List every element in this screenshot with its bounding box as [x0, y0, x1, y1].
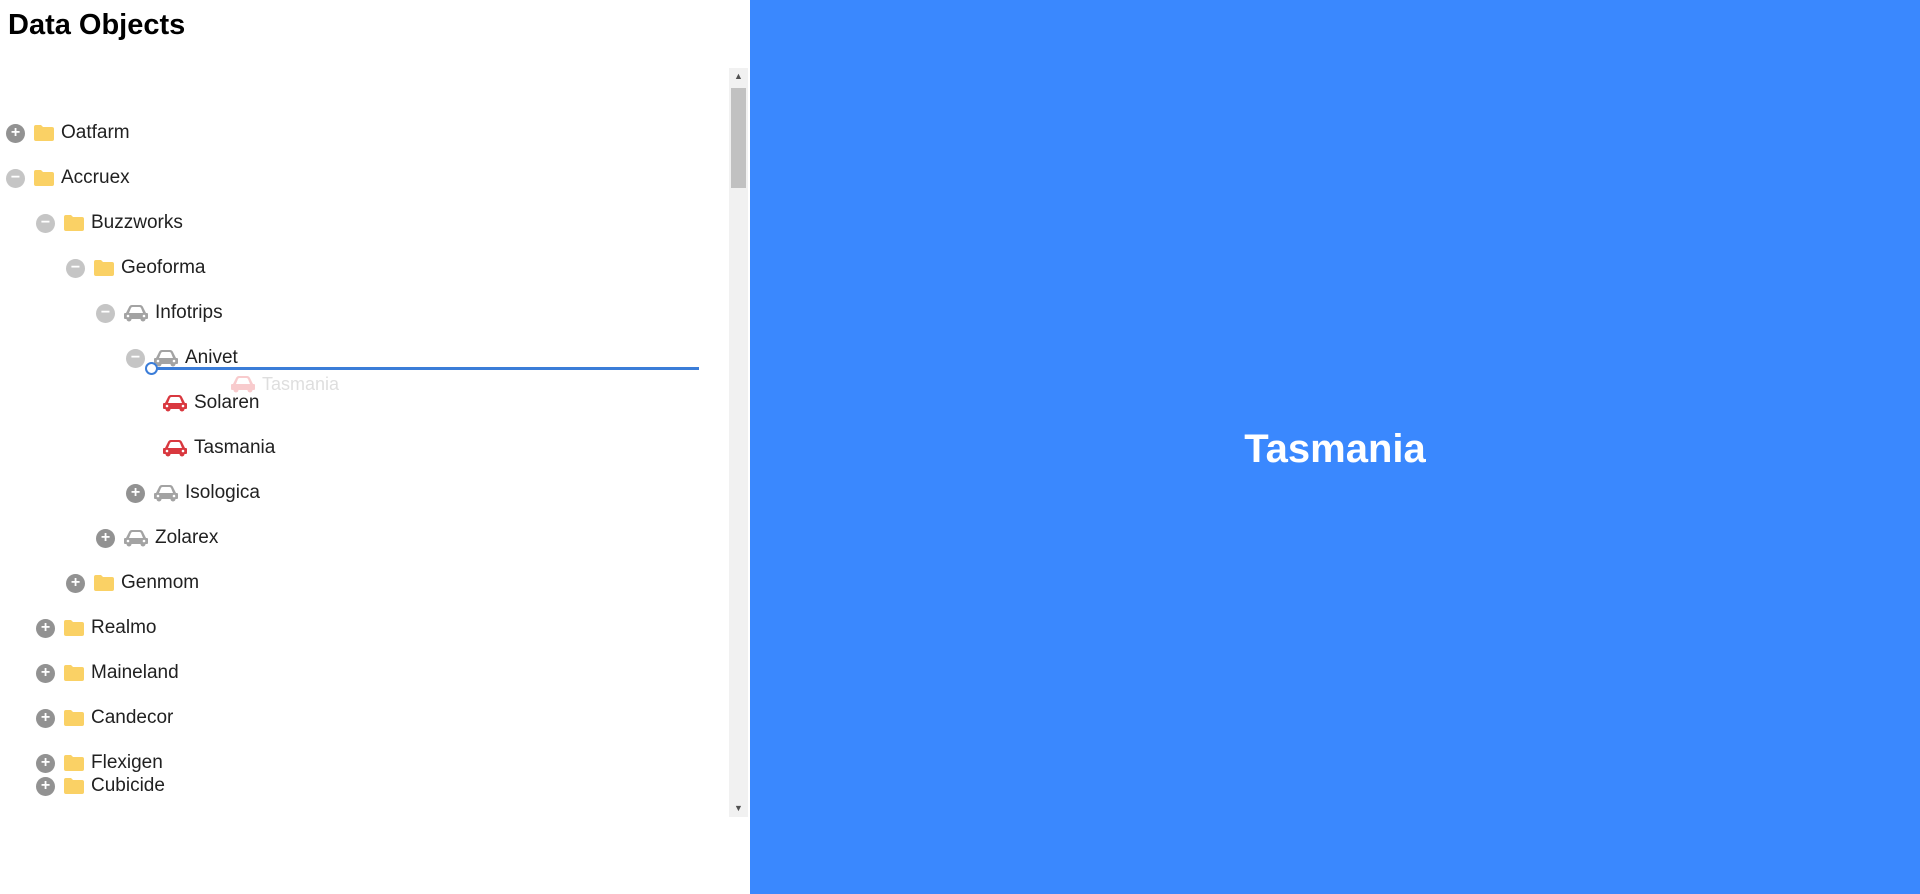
expand-icon[interactable]: + [6, 123, 25, 143]
folder-icon [93, 574, 115, 592]
tree-node-label: Isologica [185, 482, 260, 503]
folder-icon [93, 259, 115, 277]
tree-node-zolarex[interactable]: + Zolarex [96, 516, 218, 560]
scroll-thumb[interactable] [731, 88, 746, 188]
folder-icon [63, 664, 85, 682]
tree-node-anivet[interactable]: − Anivet [126, 336, 238, 380]
expand-icon[interactable]: + [36, 708, 55, 728]
expand-icon[interactable]: + [66, 573, 85, 593]
expand-icon[interactable]: + [36, 776, 55, 796]
car-icon [162, 439, 188, 457]
car-icon [162, 394, 188, 412]
tree-node-label: Zolarex [155, 527, 219, 548]
folder-icon [33, 124, 55, 142]
tree-node-maineland[interactable]: + Maineland [36, 651, 179, 695]
tree-node-isologica[interactable]: + Isologica [126, 471, 260, 515]
car-icon [230, 375, 256, 393]
drop-indicator-line [152, 367, 699, 370]
tree-node-label: Infotrips [155, 302, 223, 323]
scroll-up-icon[interactable]: ▲ [729, 68, 748, 85]
tree-node-label: Tasmania [194, 437, 276, 458]
tree-node-label: Accruex [61, 167, 130, 188]
expand-icon[interactable]: + [126, 483, 145, 503]
tree-view: + Oatfarm − Accruex − Buzzworks − Geofor… [0, 68, 748, 817]
tree-node-buzzworks[interactable]: − Buzzworks [36, 201, 183, 245]
folder-icon [63, 777, 85, 795]
tree-node-genmom[interactable]: + Genmom [66, 561, 199, 605]
expand-icon[interactable]: + [36, 663, 55, 683]
tree-node-accruex[interactable]: − Accruex [6, 156, 130, 200]
page-title: Data Objects [8, 9, 186, 41]
folder-icon [33, 169, 55, 187]
drag-ghost-label: Tasmania [262, 374, 340, 394]
tree-node-infotrips[interactable]: − Infotrips [96, 291, 223, 335]
collapse-icon[interactable]: − [66, 258, 85, 278]
collapse-icon[interactable]: − [6, 168, 25, 188]
car-icon [123, 304, 149, 322]
expand-icon[interactable]: + [36, 618, 55, 638]
tree-node-label: Buzzworks [91, 212, 183, 233]
detail-panel: Tasmania [750, 0, 1920, 894]
tree-node-oatfarm[interactable]: + Oatfarm [6, 111, 130, 155]
folder-icon [63, 619, 85, 637]
tree-node-geoforma[interactable]: − Geoforma [66, 246, 205, 290]
detail-title: Tasmania [1244, 427, 1426, 471]
tree-panel: Data Objects + Oatfarm − Accruex − Buzzw… [0, 0, 750, 894]
tree-node-label: Genmom [121, 572, 200, 593]
app-root: Data Objects + Oatfarm − Accruex − Buzzw… [0, 0, 1920, 894]
drag-ghost: Tasmania [230, 372, 339, 396]
tree-node-cubicide[interactable]: + Cubicide [36, 764, 165, 808]
collapse-icon[interactable]: − [36, 213, 55, 233]
collapse-icon[interactable]: − [96, 303, 115, 323]
folder-icon [63, 709, 85, 727]
tree-scrollbar[interactable]: ▲ ▼ [729, 68, 748, 817]
tree-node-label: Candecor [91, 707, 174, 728]
drop-indicator-dot [145, 362, 158, 375]
tree-node-label: Oatfarm [61, 122, 130, 143]
tree-node-tasmania[interactable]: Tasmania [162, 426, 275, 470]
tree-node-label: Maineland [91, 662, 179, 683]
car-icon [153, 484, 179, 502]
collapse-icon[interactable]: − [126, 348, 145, 368]
scroll-down-icon[interactable]: ▼ [729, 800, 748, 817]
expand-icon[interactable]: + [96, 528, 115, 548]
tree-node-label: Cubicide [91, 775, 165, 796]
car-icon [123, 529, 149, 547]
tree-node-label: Geoforma [121, 257, 206, 278]
tree-node-label: Realmo [91, 617, 157, 638]
tree-node-realmo[interactable]: + Realmo [36, 606, 156, 650]
tree-node-candecor[interactable]: + Candecor [36, 696, 173, 740]
folder-icon [63, 214, 85, 232]
